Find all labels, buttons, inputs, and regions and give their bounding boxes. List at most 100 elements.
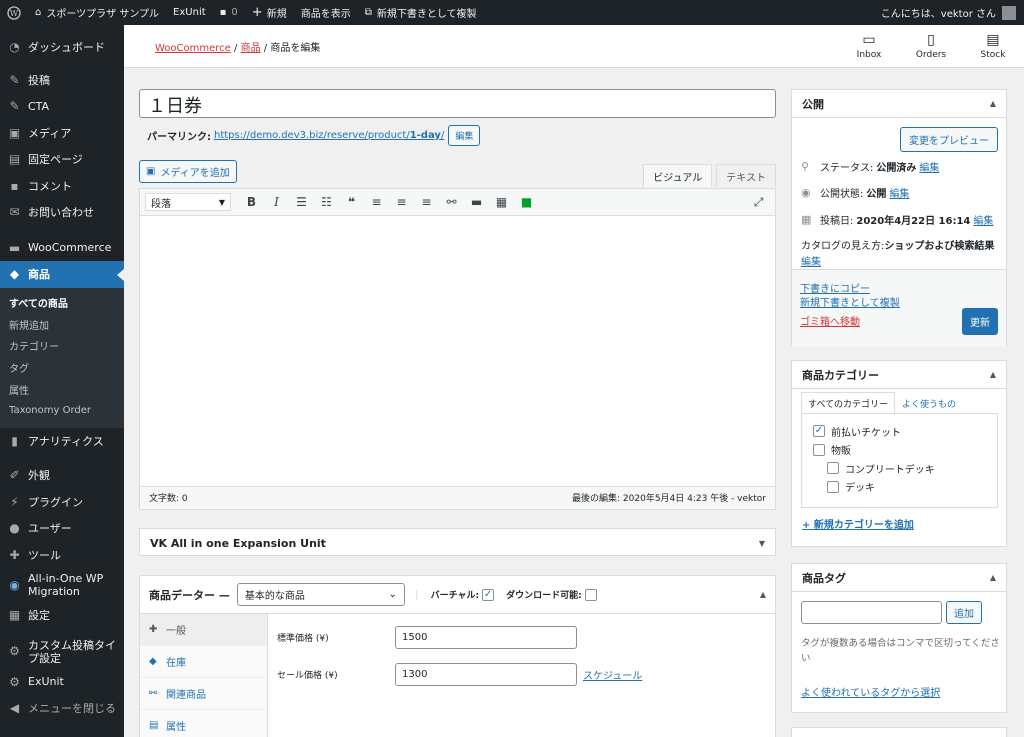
sale-price-input[interactable]: 1300 xyxy=(395,663,577,686)
virtual-checkbox[interactable]: ✓ xyxy=(482,588,495,601)
submenu-attributes[interactable]: 属性 xyxy=(0,378,124,400)
tab-all-categories[interactable]: すべてのカテゴリー xyxy=(801,392,896,415)
blockquote-icon[interactable]: ❝ xyxy=(339,195,364,209)
menu-comments[interactable]: ▪ コメント xyxy=(0,173,124,200)
edit-status-link[interactable]: 編集 xyxy=(919,159,939,174)
toolbar-toggle-icon[interactable]: ▦ xyxy=(489,195,514,209)
edit-permalink-button[interactable]: 編集 xyxy=(448,125,481,146)
menu-pages[interactable]: ▤ 固定ページ xyxy=(0,146,124,173)
trash-link[interactable]: ゴミ箱へ移動 xyxy=(800,313,860,328)
menu-custom-post-type[interactable]: ⚙ カスタム投稿タイプ設定 xyxy=(0,635,124,669)
chevron-down-icon[interactable]: ▼ xyxy=(759,539,765,548)
menu-plugins[interactable]: ⚡ プラグイン xyxy=(0,489,124,516)
tab-linked-products[interactable]: ⚯ 関連商品 xyxy=(140,678,267,710)
inbox-button[interactable]: ▭ Inbox xyxy=(838,25,900,68)
downloadable-checkbox-label[interactable]: ダウンロード可能: xyxy=(506,588,597,601)
menu-woocommerce[interactable]: ▬ WooCommerce xyxy=(0,235,124,262)
breadcrumb-products[interactable]: 商品 xyxy=(241,43,261,54)
chevron-up-icon[interactable]: ▲ xyxy=(760,590,766,599)
submenu-add-new[interactable]: 新規追加 xyxy=(0,313,124,335)
numbered-list-icon[interactable]: ☷ xyxy=(314,195,339,209)
copy-to-draft-link[interactable]: 下書きにコピー xyxy=(800,280,870,295)
wordpress-logo-icon[interactable]: W xyxy=(0,0,28,25)
exunit-link[interactable]: ExUnit xyxy=(166,0,213,25)
preview-changes-button[interactable]: 変更をプレビュー xyxy=(900,127,998,152)
menu-dashboard[interactable]: ◔ ダッシュボード xyxy=(0,34,124,61)
update-button[interactable]: 更新 xyxy=(962,308,998,335)
read-more-icon[interactable]: ▬ xyxy=(464,195,489,209)
align-left-icon[interactable]: ≡ xyxy=(364,195,389,209)
breadcrumb-woocommerce[interactable]: WooCommerce xyxy=(155,43,231,54)
categories-box-header[interactable]: 商品カテゴリー ▲ xyxy=(792,361,1006,389)
menu-cta[interactable]: ✎ CTA xyxy=(0,93,124,120)
tag-input[interactable] xyxy=(801,601,942,624)
bold-icon[interactable]: B xyxy=(239,195,264,209)
menu-media[interactable]: ▣ メディア xyxy=(0,120,124,147)
regular-price-input[interactable]: 1500 xyxy=(395,626,577,649)
add-media-button[interactable]: ▣ メディアを追加 xyxy=(139,160,237,183)
downloadable-checkbox[interactable] xyxy=(584,588,597,601)
tab-attributes[interactable]: ▤ 属性 xyxy=(140,710,267,737)
submenu-tags[interactable]: タグ xyxy=(0,357,124,379)
menu-posts[interactable]: ✎ 投稿 xyxy=(0,67,124,94)
publish-box-header[interactable]: 公開 ▲ xyxy=(792,90,1006,118)
tab-general[interactable]: ✚ 一般 xyxy=(140,614,267,646)
add-tag-button[interactable]: 追加 xyxy=(946,601,982,624)
link-icon[interactable]: ⚯ xyxy=(439,195,464,209)
editor-content-area[interactable] xyxy=(140,216,775,486)
category-checkbox[interactable] xyxy=(827,480,839,493)
chevron-up-icon[interactable]: ▲ xyxy=(990,370,996,379)
new-draft-link[interactable]: 新規下書きとして複製 xyxy=(800,294,900,309)
submenu-taxonomy-order[interactable]: Taxonomy Order xyxy=(0,400,124,422)
submenu-all-products[interactable]: すべての商品 xyxy=(0,292,124,314)
tags-box-header[interactable]: 商品タグ ▲ xyxy=(792,564,1006,592)
stock-button[interactable]: ▤ Stock xyxy=(962,25,1024,68)
tab-popular-categories[interactable]: よく使うもの xyxy=(895,392,963,415)
edit-visibility-link[interactable]: 編集 xyxy=(889,185,909,200)
menu-contact[interactable]: ✉ お問い合わせ xyxy=(0,199,124,226)
edit-date-link[interactable]: 編集 xyxy=(973,212,993,227)
product-type-select[interactable]: 基本的な商品 ⌄ xyxy=(236,583,405,606)
fullscreen-icon[interactable]: ⤢ xyxy=(746,195,771,210)
menu-exunit[interactable]: ⚙ ExUnit xyxy=(0,669,124,696)
category-checkbox[interactable] xyxy=(827,462,839,475)
comments-link[interactable]: ▪ 0 xyxy=(213,0,245,25)
vk-box-header[interactable]: VK All in one Expansion Unit ▼ xyxy=(140,529,775,557)
submenu-categories[interactable]: カテゴリー xyxy=(0,335,124,357)
view-product-link[interactable]: 商品を表示 xyxy=(294,0,358,25)
tab-inventory[interactable]: ◆ 在庫 xyxy=(140,646,267,678)
bullet-list-icon[interactable]: ☰ xyxy=(289,195,314,209)
popular-tags-link[interactable]: よく使われているタグから選択 xyxy=(801,684,940,699)
plugin-button-icon[interactable]: ■ xyxy=(514,195,539,209)
duplicate-draft-link[interactable]: ⧉ 新規下書きとして複製 xyxy=(358,0,484,25)
chevron-up-icon[interactable]: ▲ xyxy=(990,99,996,108)
menu-users[interactable]: ● ユーザー xyxy=(0,515,124,542)
align-center-icon[interactable]: ≡ xyxy=(389,195,414,209)
category-item[interactable]: デッキ xyxy=(802,478,997,497)
italic-icon[interactable]: I xyxy=(264,195,289,209)
orders-button[interactable]: ▯ Orders xyxy=(900,25,962,68)
menu-appearance[interactable]: ✐ 外観 xyxy=(0,462,124,489)
menu-products[interactable]: ◆ 商品 xyxy=(0,261,124,288)
format-select[interactable]: 段落 ▼ xyxy=(145,193,231,211)
menu-collapse[interactable]: ◀ メニューを閉じる xyxy=(0,695,124,722)
category-item[interactable]: 物販 xyxy=(802,441,997,460)
tab-visual[interactable]: ビジュアル xyxy=(643,164,713,187)
menu-analytics[interactable]: ▮ アナリティクス xyxy=(0,428,124,455)
category-checkbox[interactable] xyxy=(813,443,825,456)
my-account[interactable]: こんにちは、vektor さん xyxy=(881,5,1024,20)
menu-settings[interactable]: ▦ 設定 xyxy=(0,602,124,629)
add-category-link[interactable]: + 新規カテゴリーを追加 xyxy=(802,516,914,531)
virtual-checkbox-label[interactable]: バーチャル: ✓ xyxy=(431,588,495,601)
category-checkbox[interactable]: ✓ xyxy=(813,425,825,438)
align-right-icon[interactable]: ≡ xyxy=(414,195,439,209)
edit-catalog-link[interactable]: 編集 xyxy=(801,253,821,268)
new-content-link[interactable]: + 新規 xyxy=(245,0,294,25)
tab-text[interactable]: テキスト xyxy=(716,164,776,187)
category-item[interactable]: コンプリートデッキ xyxy=(802,459,997,478)
post-title-input[interactable]: １日券 xyxy=(139,89,776,118)
schedule-link[interactable]: スケジュール xyxy=(583,667,642,682)
permalink-link[interactable]: https://demo.dev3.biz/reserve/product/1-… xyxy=(214,130,444,141)
site-name-link[interactable]: ⌂ スポーツプラザ サンプル xyxy=(28,0,166,25)
menu-tools[interactable]: ✚ ツール xyxy=(0,542,124,569)
